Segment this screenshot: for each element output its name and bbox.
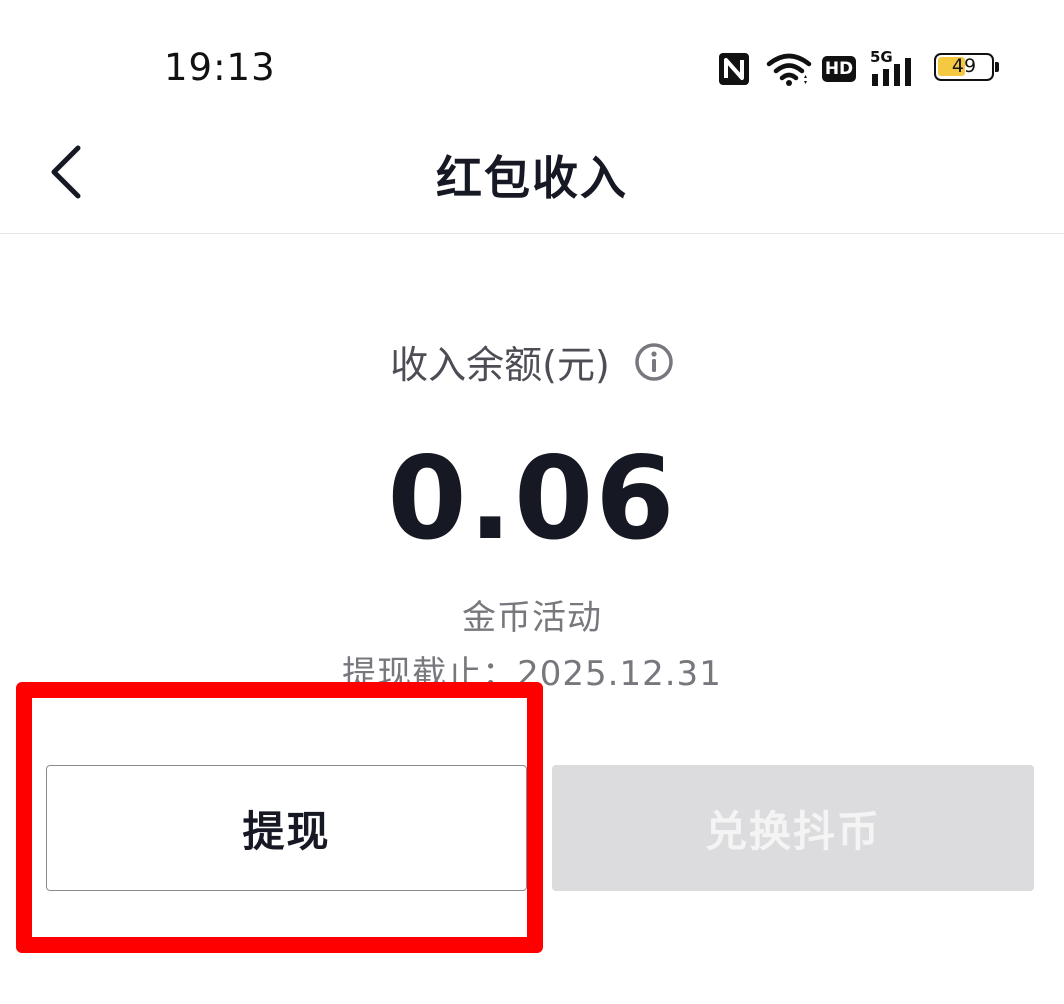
activity-name: 金币活动: [462, 598, 602, 638]
page: 19:13 HD 5G 49 红包收入 收入余额(元) 0.06 金币活动 提现…: [0, 0, 1064, 1004]
header: 红包收入: [0, 120, 1064, 234]
status-time: 19:13: [164, 46, 276, 89]
withdraw-button[interactable]: 提现: [46, 765, 527, 891]
battery-level: 49: [951, 55, 977, 77]
withdraw-button-label: 提现: [242, 806, 331, 856]
info-icon[interactable]: [634, 342, 674, 382]
nfc-icon: [719, 53, 749, 85]
battery-icon: 49: [934, 53, 1000, 83]
balance-amount: 0.06: [387, 432, 677, 565]
withdraw-deadline: 提现截止：2025.12.31: [342, 654, 722, 694]
balance-label: 收入余额(元): [390, 343, 610, 387]
balance-label-row: 收入余额(元): [0, 334, 1064, 389]
exchange-button-label: 兑换抖币: [704, 806, 881, 856]
signal-5g-icon: 5G: [870, 48, 920, 86]
exchange-douyin-coin-button[interactable]: 兑换抖币: [552, 765, 1034, 891]
status-bar: 19:13 HD 5G 49: [0, 0, 1064, 120]
wifi-icon: [766, 53, 812, 86]
hd-icon: HD: [822, 56, 856, 82]
page-title: 红包收入: [436, 151, 628, 205]
